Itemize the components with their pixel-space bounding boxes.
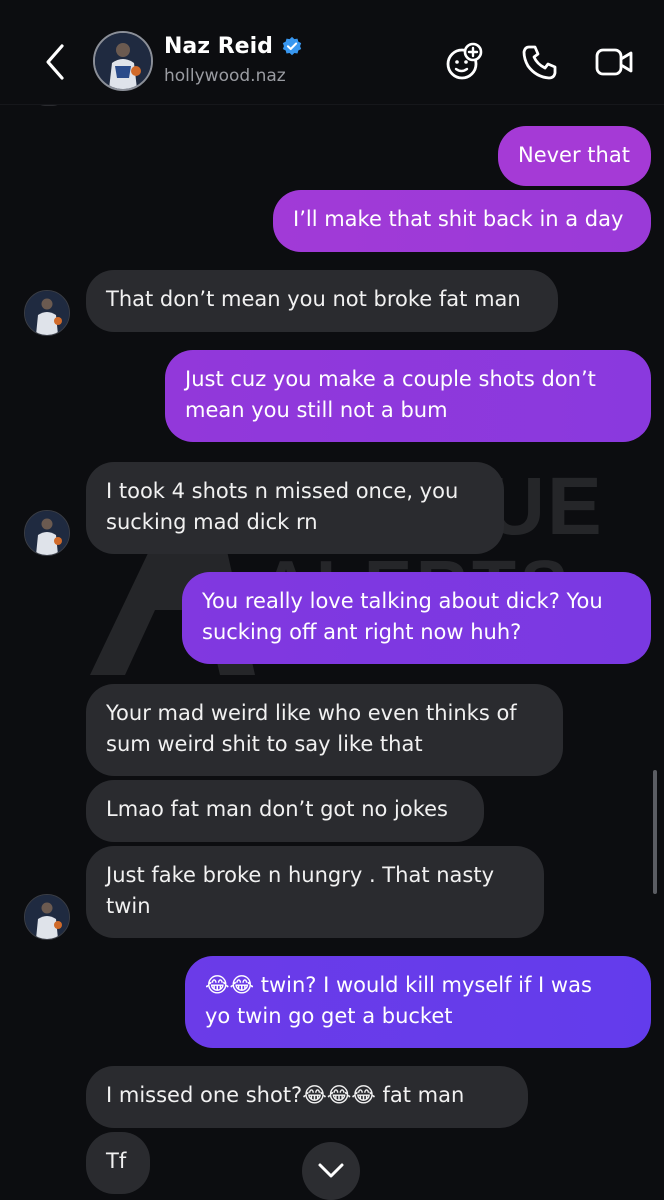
message-line: Just fake broke n hungry . That nasty [106,863,495,887]
incoming-message[interactable]: Tf [86,1132,150,1194]
outgoing-message[interactable]: I’ll make that shit back in a day [273,190,651,252]
chat-header: Naz Reid hollywood.naz [0,0,664,105]
incoming-message[interactable]: Your mad weird like who even thinks of s… [86,684,563,776]
contact-handle[interactable]: hollywood.naz [164,66,286,86]
scroll-to-bottom-button[interactable] [302,1142,360,1200]
message-text: Never that [518,143,630,167]
message-line: mean you still not a bum [185,398,448,422]
incoming-message[interactable]: Just fake broke n hungry . That nasty tw… [86,846,544,938]
video-call-button[interactable] [594,42,634,82]
incoming-message[interactable]: I took 4 shots n missed once, you suckin… [86,462,504,554]
message-line: You really love talking about dick? You [202,589,603,613]
sender-avatar[interactable] [24,290,70,336]
message-line: sucking off ant right now huh? [202,620,522,644]
verified-badge-icon [282,36,302,55]
avatar-photo [25,511,69,555]
incoming-message[interactable]: That don’t mean you not broke fat man [86,270,558,332]
message-line: sucking mad dick rn [106,510,318,534]
sender-avatar[interactable] [24,510,70,556]
add-effect-button[interactable] [444,42,484,82]
avatar-photo [25,895,69,939]
avatar-photo [25,291,69,335]
message-line: Just cuz you make a couple shots don’t [185,367,596,391]
back-chevron-icon [46,44,64,80]
message-line: yo twin go get a bucket [205,1004,453,1028]
message-line: I took 4 shots n missed once, you [106,479,459,503]
contact-name[interactable]: Naz Reid [164,34,273,59]
outgoing-message[interactable]: Just cuz you make a couple shots don’t m… [165,350,651,442]
message-text: Tf [106,1149,127,1173]
outgoing-message[interactable]: You really love talking about dick? You … [182,572,651,664]
back-button[interactable] [38,40,74,84]
contact-avatar[interactable] [93,31,153,91]
outgoing-message[interactable]: Never that [498,126,651,186]
message-line: twin [106,894,151,918]
message-text: I missed one shot?😂😂😂 fat man [106,1083,465,1107]
incoming-message[interactable]: Lmao fat man don’t got no jokes [86,780,484,842]
message-thread[interactable]: LEAGUE ALERTS Never that I’ll make that … [0,104,664,1200]
add-effect-icon [446,42,483,80]
message-text: Lmao fat man don’t got no jokes [106,797,448,821]
video-camera-icon [595,48,633,76]
message-text: That don’t mean you not broke fat man [106,287,521,311]
chevron-down-icon [318,1163,344,1178]
incoming-message[interactable]: I missed one shot?😂😂😂 fat man [86,1066,528,1128]
sender-avatar[interactable] [24,894,70,940]
message-line: 😂😂 twin? I would kill myself if I was [205,973,592,997]
avatar-photo [95,33,151,89]
message-line: Your mad weird like who even thinks of [106,701,517,725]
phone-icon [522,45,557,80]
message-line: sum weird shit to say like that [106,732,423,756]
scrollbar[interactable] [653,770,657,894]
message-text: I’ll make that shit back in a day [293,207,624,231]
audio-call-button[interactable] [520,42,560,82]
outgoing-message[interactable]: 😂😂 twin? I would kill myself if I was yo… [185,956,651,1048]
